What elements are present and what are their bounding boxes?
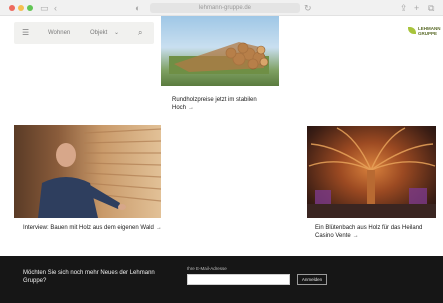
email-field[interactable] bbox=[187, 274, 290, 285]
back-icon[interactable]: ‹ bbox=[54, 2, 57, 14]
article-title-1[interactable]: Rundholzpreise jetzt im stabilen Hoch → bbox=[172, 96, 280, 112]
arrow-right-icon: → bbox=[352, 233, 359, 239]
arrow-right-icon: → bbox=[188, 105, 195, 111]
menu-icon[interactable]: ☰ bbox=[22, 26, 29, 40]
newsletter-section: Möchten Sie sich noch mehr Neues der Leh… bbox=[0, 256, 443, 303]
nav-item-wohnen[interactable]: Wohnen bbox=[48, 26, 70, 40]
share-icon[interactable]: ⇪ bbox=[400, 2, 408, 14]
minimize-window-button[interactable] bbox=[18, 5, 24, 11]
article-image-man-with-wood-wall[interactable] bbox=[14, 125, 161, 218]
browser-window: ▭ ‹ ◐ lehmann-gruppe.de ↻ ⇪ + ⧉ ☰ Wohnen… bbox=[0, 0, 443, 303]
newsletter-headline: Möchten Sie sich noch mehr Neues der Leh… bbox=[23, 270, 155, 284]
email-label: Ihre E-Mail-Adresse bbox=[187, 266, 227, 271]
sidebar-icon[interactable]: ▭ bbox=[40, 2, 49, 14]
site-navigation: ☰ Wohnen Objekt ⌄ ⌕ bbox=[14, 22, 154, 44]
subscribe-button[interactable]: Anmelden bbox=[297, 274, 327, 285]
logo-text: LEHMANN GRUPPE bbox=[418, 26, 441, 36]
reload-icon[interactable]: ↻ bbox=[304, 2, 312, 14]
browser-toolbar: ▭ ‹ ◐ lehmann-gruppe.de ↻ ⇪ + ⧉ bbox=[0, 0, 443, 16]
address-text: lehmann-gruppe.de bbox=[198, 5, 252, 11]
canopy-illustration bbox=[307, 127, 436, 218]
nav-item-objekt[interactable]: Objekt bbox=[90, 26, 107, 40]
address-bar[interactable]: lehmann-gruppe.de bbox=[150, 3, 300, 13]
new-tab-icon[interactable]: + bbox=[414, 2, 419, 14]
tab-overview-icon[interactable]: ⧉ bbox=[428, 2, 434, 14]
chevron-down-icon[interactable]: ⌄ bbox=[114, 26, 119, 40]
man-portrait-illustration bbox=[38, 128, 161, 218]
search-icon[interactable]: ⌕ bbox=[138, 26, 142, 40]
privacy-icon: ◐ bbox=[135, 3, 141, 13]
article-title-2[interactable]: Interview: Bauen mit Holz aus dem eigene… bbox=[23, 224, 163, 232]
zoom-window-button[interactable] bbox=[27, 5, 33, 11]
close-window-button[interactable] bbox=[9, 5, 15, 11]
article-image-wooden-canopy[interactable] bbox=[307, 126, 436, 218]
arrow-right-icon: → bbox=[155, 225, 162, 231]
timber-logs-illustration bbox=[169, 42, 269, 74]
article-image-timber-logs[interactable] bbox=[161, 16, 279, 86]
article-title-3[interactable]: Ein Blütenbach aus Holz für das Heiland … bbox=[315, 224, 439, 240]
logo-leaf-icon bbox=[408, 27, 416, 34]
site-logo[interactable]: LEHMANN GRUPPE bbox=[408, 24, 441, 40]
